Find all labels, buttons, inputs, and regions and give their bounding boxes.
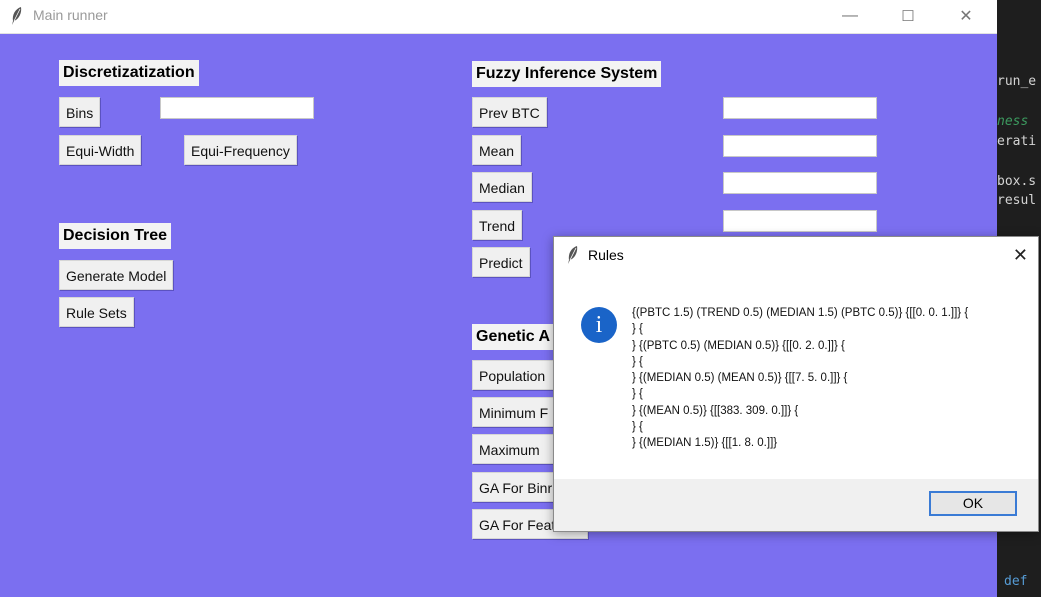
median-button[interactable]: Median — [472, 172, 532, 202]
bins-button[interactable]: Bins — [59, 97, 101, 127]
bins-input[interactable] — [160, 97, 314, 119]
generate-model-button[interactable]: Generate Model — [59, 260, 174, 290]
minimize-button[interactable]: — — [827, 0, 873, 32]
equi-width-button[interactable]: Equi-Width — [59, 135, 142, 165]
ga-bins-button[interactable]: GA For Binr — [472, 472, 554, 502]
maximize-button[interactable]: ☐ — [885, 0, 931, 32]
mean-button[interactable]: Mean — [472, 135, 522, 165]
genetic-heading: Genetic A — [472, 324, 555, 350]
rules-message-line: } { — [632, 421, 643, 434]
trend-input[interactable] — [723, 210, 877, 232]
ok-button[interactable]: OK — [929, 491, 1017, 516]
code-line: erati — [997, 134, 1037, 149]
feather-icon — [568, 246, 578, 264]
discretization-heading: Discretizatization — [59, 60, 199, 86]
code-line: box.s — [997, 174, 1037, 189]
prev-btc-input[interactable] — [723, 97, 877, 119]
equi-frequency-button[interactable]: Equi-Frequency — [184, 135, 297, 165]
code-line: resul — [997, 193, 1037, 208]
rules-message-line: } {(MEDIAN 0.5) (MEAN 0.5)} {[[7. 5. 0.]… — [632, 372, 848, 385]
fuzzy-heading: Fuzzy Inference System — [472, 61, 662, 87]
trend-button[interactable]: Trend — [472, 210, 523, 240]
mean-input[interactable] — [723, 135, 877, 157]
feather-icon — [12, 7, 22, 25]
rules-message-line: } { — [632, 388, 643, 401]
code-line: def — [1004, 574, 1028, 589]
population-button[interactable]: Population — [472, 360, 554, 390]
median-input[interactable] — [723, 172, 877, 194]
close-button[interactable]: ✕ — [943, 0, 989, 32]
minimum-button[interactable]: Minimum F — [472, 397, 554, 427]
rules-dialog: Rules ✕ i {(PBTC 1.5) (TREND 0.5) (MEDIA… — [553, 236, 1039, 532]
rules-message-line: } {(MEAN 0.5)} {[[383. 309. 0.]]} { — [632, 404, 799, 417]
predict-button[interactable]: Predict — [472, 247, 530, 277]
decision-tree-heading: Decision Tree — [59, 223, 172, 249]
rules-message-line: } { — [632, 323, 643, 336]
maximum-button[interactable]: Maximum — [472, 434, 554, 464]
prev-btc-button[interactable]: Prev BTC — [472, 97, 547, 127]
dialog-footer: OK — [554, 479, 1038, 531]
dialog-title: Rules — [588, 247, 624, 263]
rule-sets-button[interactable]: Rule Sets — [59, 297, 134, 327]
rules-message-line: } { — [632, 355, 643, 368]
code-line: run_e — [997, 74, 1037, 89]
info-icon: i — [581, 307, 617, 343]
window-title: Main runner — [33, 7, 108, 23]
rules-message-line: } {(PBTC 0.5) (MEDIAN 0.5)} {[[0. 2. 0.]… — [632, 339, 845, 352]
code-line: ness — [997, 114, 1029, 129]
rules-message-line: {(PBTC 1.5) (TREND 0.5) (MEDIAN 1.5) (PB… — [632, 307, 969, 319]
dialog-close-icon[interactable]: ✕ — [1013, 245, 1028, 266]
rules-message-line: } {(MEDIAN 1.5)} {[[1. 8. 0.]]} — [632, 437, 778, 450]
main-titlebar[interactable]: Main runner — ☐ ✕ — [0, 0, 997, 34]
rules-message: {(PBTC 1.5) (TREND 0.5) (MEDIAN 1.5) (PB… — [632, 305, 1027, 452]
